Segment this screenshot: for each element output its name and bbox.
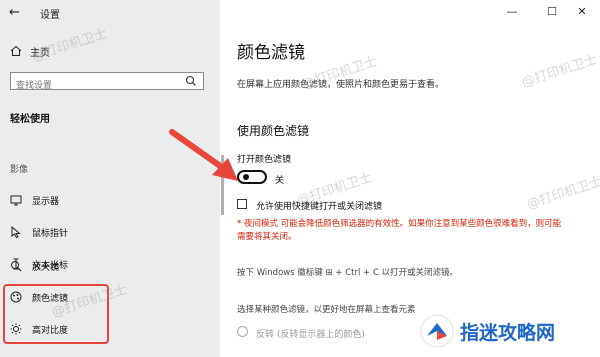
toggle-label: 打开颜色滤镜 <box>237 155 292 165</box>
red-arrow-annotation <box>169 129 238 181</box>
search-icon <box>185 75 196 86</box>
minimize-icon[interactable]: — <box>502 3 522 21</box>
section-label: 影像 <box>10 165 29 175</box>
sidebar-item-mouse-pointer[interactable]: 鼠标指针 <box>10 224 68 240</box>
home-label: 主页 <box>30 47 50 59</box>
page-title: 颜色滤镜 <box>237 43 305 63</box>
filter-choose-hint: 选择某种颜色滤镜，以更好地在屏幕上查看元素 <box>237 305 416 315</box>
title-bar: ← 设置 — ☐ ✕ <box>0 0 600 26</box>
logo-text: 指迷攻略网 <box>460 321 556 344</box>
close-icon[interactable]: ✕ <box>572 3 592 21</box>
sidebar-item-display[interactable]: 显示器 <box>10 192 59 208</box>
invert-radio-label[interactable]: 反转 (反转显示器上的颜色) <box>256 327 365 340</box>
invert-radio[interactable] <box>237 326 248 337</box>
home-icon <box>10 45 22 56</box>
shortcut-checkbox[interactable] <box>237 199 247 209</box>
toggle-state: 关 <box>275 176 285 186</box>
home-link[interactable]: 主页 <box>10 44 50 59</box>
night-mode-warning: * 夜间模式 可能会降低颜色筛选器的有效性。如果你注意到某些颜色很难看到，则可能… <box>237 219 562 242</box>
shortcut-checkbox-label[interactable]: 允许使用快捷键打开或关闭滤镜 <box>256 199 382 212</box>
group-title: 轻松使用 <box>10 114 50 125</box>
maximize-icon[interactable]: ☐ <box>542 3 562 21</box>
sidebar-item-magnifier[interactable]: 放大镜 <box>10 258 59 274</box>
back-arrow-icon[interactable]: ← <box>9 5 25 21</box>
section-title: 使用颜色滤镜 <box>237 124 310 138</box>
shortcut-hint: 按下 Windows 徽标键 ⊞ + Ctrl + C 以打开或关闭滤镜。 <box>237 268 458 278</box>
sidebar-item-label: 鼠标指针 <box>32 228 69 239</box>
sidebar-item-label: 显示器 <box>32 196 60 207</box>
app-title: 设置 <box>40 10 60 21</box>
logo-icon <box>420 314 454 348</box>
magnifier-icon <box>11 261 22 272</box>
display-icon <box>10 195 22 206</box>
page-description: 在屏幕上应用颜色滤镜，使照片和颜色更易于查看。 <box>237 80 445 90</box>
search-input[interactable] <box>11 78 181 94</box>
site-logo: 指迷攻略网 <box>420 311 555 351</box>
mouse-pointer-icon <box>11 226 21 238</box>
sidebar-item-label: 放大镜 <box>32 262 60 273</box>
highlight-annotation-box <box>3 284 109 344</box>
search-box[interactable] <box>10 72 204 94</box>
